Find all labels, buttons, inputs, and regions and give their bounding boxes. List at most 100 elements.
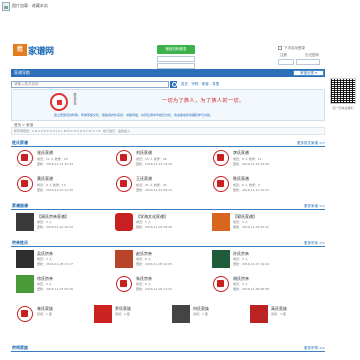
item-meta: 宗祠：2 座 xyxy=(115,312,130,316)
item-meta: 宗祠：1 座 xyxy=(193,312,208,316)
genealogy-logo-icon xyxy=(16,213,34,231)
seal-icon xyxy=(17,150,33,166)
item-meta: 成员：8 人 收录：11 xyxy=(233,157,262,161)
item-name[interactable]: 刘氏家谱 xyxy=(136,150,152,156)
item-meta: 宗祠：1 座 xyxy=(37,312,52,316)
item-date: 更新：2016-11-08 12:05 xyxy=(136,262,173,266)
section-ancestral-hall: 林氏家族 宗祠：1 座 罗氏家族 宗祠：2 座 何氏家族 宗祠：1 座 高氏家族… xyxy=(11,302,325,344)
seal-icon xyxy=(17,306,33,322)
item-meta: 成员：6 人 xyxy=(136,257,151,261)
seal-icon xyxy=(213,276,229,292)
list-item[interactable]: 林氏家族 宗祠：1 座 xyxy=(15,304,90,328)
login-submit[interactable] xyxy=(296,59,320,65)
section-title: 姓氏家谱 xyxy=(12,140,28,145)
forgot-link[interactable]: 忘记密码 xyxy=(305,53,319,58)
list-item[interactable]: 黄氏家谱 成员：9 人 收录：14 更新：2016-11-10 11:50 xyxy=(15,174,115,198)
item-date: 更新：2016-11-10 10:02 xyxy=(37,225,74,229)
nav-bar: 家谱导航 家谱分类 ▾ xyxy=(11,69,325,77)
item-meta: 成员：6 人 收录：9 xyxy=(233,183,260,187)
wechat-login-button[interactable]: 微信扫码登录 xyxy=(157,45,195,54)
logo-mark: 姓 xyxy=(13,44,27,56)
item-meta: 成员：5 人 xyxy=(37,282,52,286)
nav-title[interactable]: 家谱导航 xyxy=(14,70,30,76)
clan-logo-icon xyxy=(212,250,230,268)
list-item[interactable]: 王氏家谱 成员：21 人 收录：40 更新：2016-11-12 08:12 xyxy=(114,174,214,198)
qr-caption: 扫一扫关注我们 xyxy=(332,106,354,110)
item-date: 更新：2016-11-09 18:26 xyxy=(136,225,173,229)
item-meta: 成员：8 人 xyxy=(136,282,151,286)
item-date: 更新：2016-11-08 13:17 xyxy=(37,262,74,266)
seal-icon xyxy=(116,150,132,166)
item-meta: 成员：12 人 收录：18 xyxy=(37,157,68,161)
list-item[interactable]: 徐氏宗亲 成员：5 人 更新：2016-11-07 09:30 xyxy=(15,274,115,298)
list-item[interactable]: 刘氏家谱 成员：15 人 收录：26 更新：2016-11-13 14:30 xyxy=(114,148,214,172)
list-item[interactable]: 高氏家族 宗祠：3 座 xyxy=(249,304,324,328)
list-item[interactable]: 李氏家谱 成员：8 人 收录：11 更新：2016-11-12 09:45 xyxy=(211,148,311,172)
category-dropdown[interactable]: 家谱分类 ▾ xyxy=(293,70,324,76)
section-more-link[interactable]: 更多家谱 >> xyxy=(304,204,325,209)
seal-icon xyxy=(213,150,229,166)
hall-logo-icon xyxy=(172,305,190,323)
letter-filter-bar: 按字母查找：A B C D E F G H J K L M N O P Q R … xyxy=(11,127,325,135)
captcha-field[interactable] xyxy=(278,59,294,65)
item-meta: 成员：4 人 xyxy=(233,220,248,224)
list-item[interactable]: 【周氏宗亲家谱】 成员：5 人 更新：2016-11-10 10:02 xyxy=(15,212,115,236)
list-item[interactable]: 赵氏宗亲 成员：6 人 更新：2016-11-08 12:05 xyxy=(114,249,214,273)
list-item[interactable]: 张氏家谱 成员：12 人 收录：18 更新：2016-11-11 16:33 xyxy=(15,148,115,172)
genealogy-logo-icon xyxy=(212,213,230,231)
letter-filter[interactable]: 按字母查找：A B C D E F G H J K L M N O P Q R … xyxy=(14,129,130,133)
item-name[interactable]: 黄氏家谱 xyxy=(37,176,53,182)
list-item[interactable]: 胡氏宗亲 成员：4 人 更新：2016-11-06 08:58 xyxy=(211,274,311,298)
section-title: 宗亲姓氏 xyxy=(12,240,28,245)
list-item[interactable]: 何氏家族 宗祠：1 座 xyxy=(171,304,246,328)
list-item[interactable]: 【学海文化家谱】 成员：7 人 更新：2016-11-09 18:26 xyxy=(114,212,214,236)
list-item[interactable]: 陈氏家谱 成员：6 人 收录：9 更新：2016-11-11 20:07 xyxy=(211,174,311,198)
item-name[interactable]: 陈氏家谱 xyxy=(233,176,249,182)
register-link[interactable]: 注册 xyxy=(280,53,287,58)
section-more-link[interactable]: 更多宗亲 >> xyxy=(304,241,325,246)
item-date: 更新：2016-11-11 16:33 xyxy=(37,162,74,166)
section-genealogy: 家谱族谱 更多家谱 >> 【周氏宗亲家谱】 成员：5 人 更新：2016-11-… xyxy=(11,203,325,239)
site-logo[interactable]: 姓 家谱网 xyxy=(13,44,54,57)
slogan-banner: 姓氏文化 一切为了族人，为了族人的一切。 建立家族谱资料库，传承家族文化，联络海… xyxy=(11,89,325,121)
section-more-link[interactable]: 更多宗祠 >> xyxy=(304,346,325,351)
item-name[interactable]: 李氏家谱 xyxy=(233,150,249,156)
item-date: 更新：2016-11-06 17:22 xyxy=(136,287,173,291)
item-date: 更新：2016-11-12 09:45 xyxy=(233,162,270,166)
seal-icon xyxy=(116,176,132,192)
banner-description: 建立家族谱资料库，传承家族文化，联络海内外宗亲，寻根问祖，共同弘扬中华姓氏文化，… xyxy=(54,113,214,117)
section-header: 姓氏家谱 更多姓氏家谱 >> xyxy=(11,140,325,147)
section-header: 宗亲姓氏 更多宗亲 >> xyxy=(11,240,325,247)
item-name[interactable]: 张氏家谱 xyxy=(37,150,53,156)
list-item[interactable]: 【郭氏家谱】 成员：4 人 更新：2016-11-09 15:41 xyxy=(211,212,311,236)
item-date: 更新：2016-11-11 20:07 xyxy=(233,188,270,192)
list-item[interactable]: 朱氏宗亲 成员：8 人 更新：2016-11-06 17:22 xyxy=(114,274,214,298)
hall-logo-icon xyxy=(94,305,112,323)
hall-logo-icon xyxy=(250,305,268,323)
seal-icon xyxy=(213,176,229,192)
item-date: 更新：2016-11-09 15:41 xyxy=(233,225,270,229)
broken-image-icon xyxy=(2,2,10,11)
auto-login-label: 下次自动登录 xyxy=(284,46,305,50)
list-item[interactable]: 罗氏家族 宗祠：2 座 xyxy=(93,304,168,328)
top-bar: 图片加载 · 收藏本站 xyxy=(0,0,360,40)
item-date: 更新：2016-11-07 09:30 xyxy=(37,287,74,291)
genealogy-logo-icon xyxy=(115,213,133,231)
search-quick-links[interactable]: 姓氏 · 宗祠 · 家谱 · 寻根 xyxy=(181,82,219,87)
section-more-link[interactable]: 更多姓氏家谱 >> xyxy=(297,141,325,146)
top-links[interactable]: 图片加载 · 收藏本站 xyxy=(12,3,48,9)
username-field[interactable] xyxy=(157,56,195,62)
item-meta: 宗祠：3 座 xyxy=(271,312,286,316)
section-surname-genealogy: 姓氏家谱 更多姓氏家谱 >> 刘氏家谱 成员：15 人 收录：26 更新：201… xyxy=(11,140,325,200)
section-clan: 宗亲姓氏 更多宗亲 >> 吴氏宗亲 成员：3 人 更新：2016-11-08 1… xyxy=(11,240,325,300)
auto-login-checkbox[interactable] xyxy=(278,46,282,50)
list-item[interactable]: 吴氏宗亲 成员：3 人 更新：2016-11-08 13:17 xyxy=(15,249,115,273)
item-meta: 成员：15 人 收录：26 xyxy=(136,157,167,161)
item-name[interactable]: 王氏家谱 xyxy=(136,176,152,182)
search-icon[interactable] xyxy=(170,81,177,88)
list-item[interactable]: 孙氏宗亲 成员：2 人 更新：2016-11-07 19:44 xyxy=(211,249,311,273)
search-input[interactable]: 请输入姓氏查询 xyxy=(11,81,169,88)
section-title: 家谱族谱 xyxy=(12,203,28,208)
item-meta: 成员：7 人 xyxy=(136,220,151,224)
item-meta: 成员：5 人 xyxy=(37,220,52,224)
